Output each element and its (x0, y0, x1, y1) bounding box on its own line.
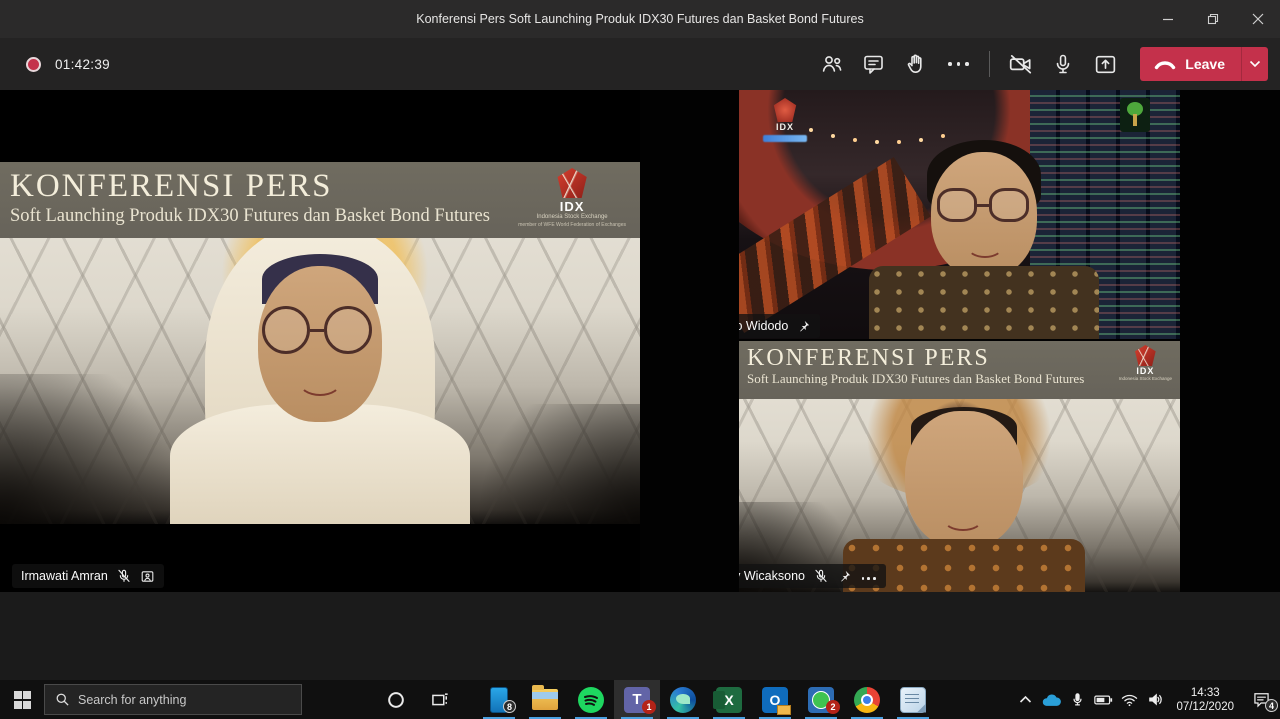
video-stage: KONFERENSI PERS Soft Launching Produk ID… (0, 90, 1280, 592)
name-chip-ignatius: Ignatius Denny Wicaksono (739, 564, 886, 588)
spotify-icon (578, 687, 604, 713)
idx-logo-mark (555, 168, 589, 198)
hangup-icon (1154, 57, 1176, 71)
task-view-icon (430, 690, 450, 710)
cortana-icon (386, 690, 406, 710)
participants-button[interactable] (811, 43, 853, 85)
system-tray: 14:33 07/12/2020 4 (1012, 680, 1280, 719)
video-tile-irmawati[interactable]: KONFERENSI PERS Soft Launching Produk ID… (0, 90, 640, 592)
window-titlebar: Konferensi Pers Soft Launching Produk ID… (0, 0, 1280, 38)
recording-dot-icon (26, 57, 41, 72)
teams-meeting-window: Konferensi Pers Soft Launching Produk ID… (0, 0, 1280, 719)
volume-icon[interactable] (1142, 680, 1168, 719)
mic-muted-icon (116, 568, 132, 584)
pin-icon (796, 319, 811, 334)
share-screen-icon (1093, 52, 1118, 77)
edge-icon (670, 687, 696, 713)
green-tree-logo (1120, 98, 1150, 132)
restore-button[interactable] (1190, 0, 1235, 38)
chrome-icon (854, 687, 880, 713)
video-tile-laksono[interactable]: IDX Laksono Widito Widodo (739, 90, 1180, 339)
chrome-app[interactable] (844, 680, 890, 719)
start-button[interactable] (0, 680, 44, 719)
press-banner-2: KONFERENSI PERS Soft Launching Produk ID… (739, 341, 1180, 399)
file-explorer-icon (532, 689, 558, 710)
leave-button-group: Leave (1140, 47, 1268, 81)
microphone-button[interactable] (1042, 43, 1084, 85)
edge-app[interactable] (660, 680, 706, 719)
excel-icon: X (716, 687, 742, 713)
call-toolbar: 01:42:39 (0, 38, 1280, 90)
excel-app[interactable]: X (706, 680, 752, 719)
onedrive-icon[interactable] (1038, 680, 1064, 719)
idx-logo: IDX Indonesia Stock Exchange member of W… (518, 168, 626, 228)
chat-button[interactable] (853, 43, 895, 85)
wfe-logo: member of WFE World Federation of Exchan… (518, 222, 626, 228)
cortana-button[interactable] (374, 680, 418, 719)
microphone-icon (1051, 52, 1075, 76)
taskbar-clock[interactable]: 14:33 07/12/2020 (1176, 686, 1234, 714)
teams-app[interactable]: T 1 (614, 680, 660, 719)
name-chip-laksono: Laksono Widito Widodo (739, 314, 820, 338)
chat-icon (862, 52, 886, 76)
minimize-button[interactable] (1145, 0, 1190, 38)
notepad-icon (900, 687, 926, 713)
window-title: Konferensi Pers Soft Launching Produk ID… (416, 12, 863, 26)
call-timer: 01:42:39 (55, 57, 110, 72)
file-explorer-app[interactable] (522, 680, 568, 719)
wifi-icon[interactable] (1116, 680, 1142, 719)
participant-video-irmawati (170, 224, 470, 524)
camera-off-icon (1008, 51, 1034, 77)
search-icon (55, 692, 70, 707)
tray-microphone-icon[interactable] (1064, 680, 1090, 719)
camera-off-button[interactable] (1000, 43, 1042, 85)
recording-indicator: 01:42:39 (26, 57, 110, 72)
press-banner: KONFERENSI PERS Soft Launching Produk ID… (0, 162, 640, 238)
close-button[interactable] (1235, 0, 1280, 38)
pin-icon (837, 569, 852, 584)
idx-logo-2: IDX Indonesia Stock Exchange (1119, 345, 1172, 381)
outlook-icon: O (762, 687, 788, 713)
mic-muted-icon (813, 568, 829, 584)
raise-hand-icon (904, 52, 928, 76)
participants-icon (820, 52, 844, 76)
your-phone-app[interactable]: 8 (476, 680, 522, 719)
toolbar-divider (989, 51, 990, 77)
participant-video-laksono (869, 140, 1099, 339)
video-tile-ignatius[interactable]: KONFERENSI PERS Soft Launching Produk ID… (739, 341, 1180, 592)
more-actions-button[interactable] (937, 43, 979, 85)
spotlight-icon (140, 569, 155, 584)
windows-taskbar: Search for anything 8 T (0, 680, 1280, 719)
leave-button[interactable]: Leave (1140, 56, 1241, 72)
whatsapp-app[interactable]: 2 (798, 680, 844, 719)
share-screen-button[interactable] (1084, 43, 1126, 85)
task-view-button[interactable] (418, 680, 462, 719)
name-chip-irmawati: Irmawati Amran (12, 564, 164, 588)
action-center-button[interactable]: 4 (1242, 680, 1280, 719)
leave-options-button[interactable] (1242, 47, 1268, 81)
notepad-app[interactable] (890, 680, 936, 719)
leave-label: Leave (1185, 56, 1225, 72)
participant-filmstrip: +15 AP AB FP Firza Rizqi Putra (0, 592, 1280, 680)
idx-lobby-background: IDX (739, 90, 1180, 339)
more-options-icon[interactable] (860, 567, 877, 585)
tray-chevron-button[interactable] (1012, 680, 1038, 719)
idx-corner-logo: IDX (763, 98, 807, 142)
battery-icon[interactable] (1090, 680, 1116, 719)
raise-hand-button[interactable] (895, 43, 937, 85)
outlook-app[interactable]: O (752, 680, 798, 719)
spotify-app[interactable] (568, 680, 614, 719)
windows-logo-icon (14, 691, 31, 708)
taskbar-search-input[interactable]: Search for anything (44, 684, 302, 715)
chevron-down-icon (1249, 60, 1261, 68)
